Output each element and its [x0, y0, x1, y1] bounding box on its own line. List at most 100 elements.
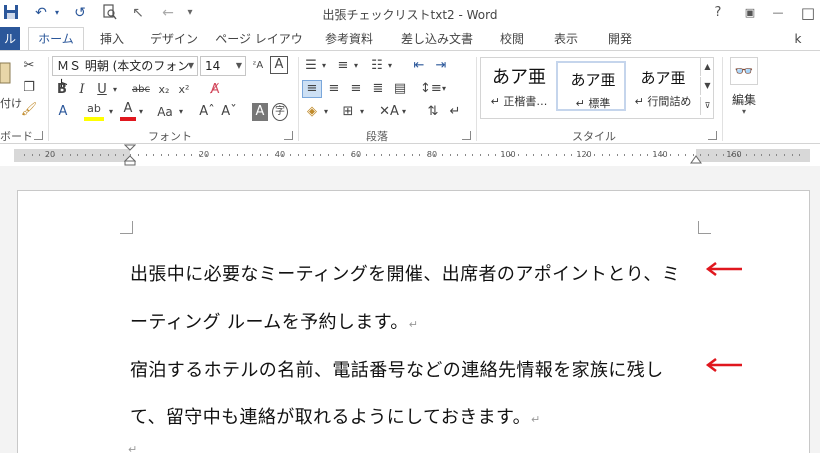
increase-indent-icon[interactable]: ⇥: [432, 57, 450, 75]
document-line[interactable]: ーティング ルームを予約します。↵: [130, 308, 418, 334]
underline-icon[interactable]: U: [94, 81, 110, 99]
shrink-font-icon[interactable]: Aˇ: [220, 103, 238, 121]
ribbon-tabs: ル ホーム 挿入 デザイン ページ レイアウト 参考資料 差し込み文書 校閲 表…: [0, 27, 820, 70]
tab-references[interactable]: 参考資料: [318, 27, 380, 51]
bullets-icon[interactable]: ☰: [302, 57, 320, 75]
sort-icon[interactable]: ⇅: [424, 103, 442, 121]
ribbon-display-options-button[interactable]: ▣: [738, 2, 762, 24]
binoculars-icon[interactable]: 👓: [730, 57, 758, 85]
chevron-down-icon: ▼: [235, 61, 243, 70]
document-line[interactable]: 宿泊するホテルの名前、電話番号などの連絡先情報を家族に残し: [130, 356, 664, 382]
styles-scroll-up-icon[interactable]: ▲: [700, 58, 714, 76]
style-name: ↵ 正楷書…: [490, 95, 548, 108]
font-color-dropdown-icon[interactable]: ▾: [136, 103, 146, 121]
tab-file[interactable]: ル: [0, 27, 20, 51]
highlight-dropdown-icon[interactable]: ▾: [106, 103, 116, 121]
title-bar: ↶ ▾ ↺ ↖ ← ▾ 出張チェックリストtxt2 - Word ? ▣ — □: [0, 0, 820, 27]
multilevel-list-icon[interactable]: ☷: [368, 57, 386, 75]
multilevel-dropdown-icon[interactable]: ▾: [386, 57, 394, 75]
window-title: 出張チェックリストtxt2 - Word: [322, 8, 498, 22]
ruler-tick: [237, 154, 238, 156]
editing-button[interactable]: 編集: [732, 91, 756, 108]
copy-icon[interactable]: ❐: [18, 79, 40, 97]
numbering-icon[interactable]: ≡: [334, 57, 352, 75]
enclose-characters-icon[interactable]: A: [270, 56, 288, 74]
style-item-no-spacing[interactable]: あア亜 ↵ 行間詰め: [628, 61, 698, 111]
ruler-label: 20: [198, 150, 210, 159]
line-spacing-dropdown-icon[interactable]: ▾: [440, 80, 448, 98]
ruler-tick: [85, 154, 86, 156]
tab-home[interactable]: ホーム: [28, 27, 84, 51]
enclosed-character-icon[interactable]: 字: [272, 103, 288, 121]
asian-layout-dropdown-icon[interactable]: ▾: [400, 103, 408, 121]
ruler-tick: [366, 154, 367, 156]
editing-dropdown-icon[interactable]: ▾: [742, 107, 746, 116]
ruler-tick: [716, 154, 717, 156]
style-item-kaisho[interactable]: あア亜 ↵ 正楷書…: [484, 61, 554, 111]
change-case-dropdown-icon[interactable]: ▾: [176, 103, 186, 121]
bullets-dropdown-icon[interactable]: ▾: [320, 57, 328, 75]
style-item-normal[interactable]: あア亜 ↵ 標準: [556, 61, 626, 111]
font-name-combo[interactable]: ＭＳ 明朝 (本文のフォント ▼: [52, 56, 198, 91]
change-case-icon[interactable]: Aa: [154, 103, 176, 121]
distributed-icon[interactable]: ▤: [390, 80, 410, 98]
asian-layout-icon[interactable]: ✕A: [378, 103, 400, 121]
tab-insert[interactable]: 挿入: [92, 27, 132, 51]
numbering-dropdown-icon[interactable]: ▾: [352, 57, 360, 75]
decrease-indent-icon[interactable]: ⇤: [410, 57, 428, 75]
ruler-tick: [678, 154, 679, 156]
subscript-icon[interactable]: x₂: [156, 81, 172, 99]
tab-page-layout[interactable]: ページ レイアウト: [214, 27, 304, 70]
tab-view[interactable]: 表示: [548, 27, 584, 51]
format-painter-icon[interactable]: 🖌: [18, 101, 40, 119]
show-marks-icon[interactable]: ↵: [446, 103, 464, 121]
font-launcher-icon[interactable]: [284, 131, 293, 140]
ruler-tick: [655, 154, 656, 156]
shading-dropdown-icon[interactable]: ▾: [322, 103, 330, 121]
paste-icon[interactable]: [0, 59, 12, 84]
grow-font-icon[interactable]: Aˆ: [198, 103, 216, 121]
paragraph-launcher-icon[interactable]: [462, 131, 471, 140]
tab-developer[interactable]: 開発: [602, 27, 638, 51]
ruler-tick: [130, 154, 131, 156]
ruler-tick: [77, 154, 78, 156]
clear-formatting-icon[interactable]: A̸: [206, 81, 224, 99]
align-right-icon[interactable]: ≡: [346, 80, 366, 98]
justify-icon[interactable]: ≣: [368, 80, 388, 98]
italic-icon[interactable]: I: [74, 81, 90, 99]
horizontal-ruler[interactable]: 20 20 40 60 80 100 120 140 160: [0, 144, 820, 166]
character-shading-icon[interactable]: A: [252, 103, 268, 121]
cut-icon[interactable]: ✂: [18, 57, 40, 75]
document-line[interactable]: て、留守中も連絡が取れるようにしておきます。↵: [130, 403, 541, 429]
line-spacing-icon[interactable]: ↕≡: [420, 80, 442, 98]
tab-design[interactable]: デザイン: [146, 27, 202, 51]
ruler-tick: [495, 154, 496, 156]
highlight-color-icon[interactable]: ab: [84, 101, 104, 121]
minimize-button[interactable]: —: [766, 2, 790, 24]
clipboard-launcher-icon[interactable]: [34, 131, 43, 140]
document-line[interactable]: 出張中に必要なミーティングを開催、出席者のアポイントとり、ミ: [130, 260, 680, 286]
styles-scroll-down-icon[interactable]: ▼: [700, 77, 714, 95]
borders-icon[interactable]: ⊞: [338, 103, 358, 121]
ruler-label: 120: [576, 150, 592, 159]
styles-launcher-icon[interactable]: [708, 131, 717, 140]
strikethrough-icon[interactable]: abc: [130, 81, 152, 99]
align-center-icon[interactable]: ≡: [324, 80, 344, 98]
phonetic-guide-icon[interactable]: ᶻA: [250, 57, 266, 75]
maximize-button[interactable]: □: [796, 2, 820, 24]
align-left-icon[interactable]: ≡: [302, 80, 322, 98]
tab-mailings[interactable]: 差し込み文書: [396, 27, 478, 51]
font-size-combo[interactable]: 14 ▼: [200, 56, 246, 76]
account-name[interactable]: k: [788, 27, 808, 51]
superscript-icon[interactable]: x²: [176, 81, 192, 99]
text-effects-icon[interactable]: A: [54, 103, 72, 121]
bold-icon[interactable]: B: [54, 81, 70, 99]
tab-review[interactable]: 校閲: [494, 27, 530, 51]
shading-icon[interactable]: ◈: [302, 103, 322, 121]
styles-more-icon[interactable]: ⊽: [700, 97, 714, 115]
annotation-arrow: [705, 358, 742, 372]
font-color-icon[interactable]: A: [120, 101, 136, 121]
help-button[interactable]: ?: [706, 2, 730, 24]
borders-dropdown-icon[interactable]: ▾: [358, 103, 366, 121]
underline-dropdown-icon[interactable]: ▾: [110, 81, 120, 99]
